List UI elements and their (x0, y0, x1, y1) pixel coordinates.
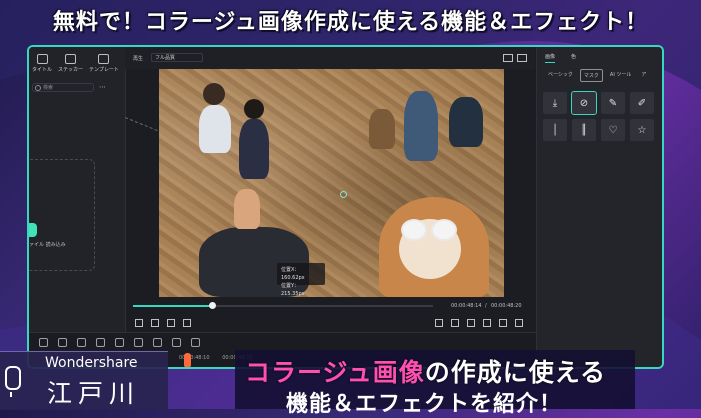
subtab-more[interactable]: ア (638, 69, 649, 82)
color-icon[interactable] (172, 338, 181, 347)
double-line-icon[interactable]: ║ (572, 119, 596, 141)
mask-grid: ⤓ ⊘ ✎ ✐ │ ║ ♡ ☆ (543, 91, 654, 141)
tab-image[interactable]: 画像 (545, 53, 556, 63)
tab-sticker[interactable]: ステッカー (58, 54, 83, 73)
subtab-mask[interactable]: マスク (579, 69, 603, 82)
snapshot-icon[interactable] (503, 54, 513, 62)
audio-icon[interactable] (191, 338, 200, 347)
search-icon (35, 85, 41, 91)
tooltip-y: 位置Y：215.35px (281, 283, 305, 297)
guide-line (124, 117, 163, 134)
left-panel: タイトル ステッカー テンプレート 検索 ⋯ ァイル 読み込み (29, 47, 126, 332)
caption-highlight: コラージュ画像 (245, 358, 425, 387)
sticker-icon (65, 54, 77, 64)
import-label: ァイル 読み込み (29, 242, 66, 248)
mark-out-icon[interactable] (451, 319, 459, 327)
subtab-ai-tools[interactable]: AI ツール (607, 69, 635, 82)
quality-select[interactable]: フル品質 (151, 53, 203, 62)
person-body (199, 105, 231, 153)
tab-title-label: タイトル (32, 67, 53, 73)
person-body (449, 97, 483, 147)
eraser-icon[interactable]: ✐ (630, 92, 654, 114)
caption-rest: の作成に使える (424, 358, 607, 387)
subtab-basic[interactable]: ベーシック (545, 69, 576, 82)
template-icon (98, 54, 110, 64)
tab-title[interactable]: タイトル (32, 54, 52, 73)
person-arm (234, 189, 260, 229)
preview-canvas[interactable]: 位置X：160.62px 位置Y：215.35px (159, 69, 504, 297)
import-card[interactable] (29, 159, 95, 271)
sunglasses-right (431, 219, 457, 241)
title-icon (36, 54, 48, 64)
prev-frame-icon[interactable] (135, 319, 143, 327)
display-icon[interactable] (467, 319, 475, 327)
expand-icon[interactable] (515, 319, 523, 327)
import-icon (29, 223, 37, 237)
download-icon[interactable]: ⤓ (543, 92, 567, 114)
speed-icon[interactable] (153, 338, 162, 347)
tab-sticker-label: ステッカー (58, 67, 84, 73)
crop-icon[interactable] (115, 338, 124, 347)
heart-icon[interactable]: ♡ (601, 119, 625, 141)
caption-line-1: コラージュ画像の作成に使える (245, 353, 606, 389)
playback-label: 再生 (133, 56, 144, 62)
sunglasses-left (401, 219, 427, 241)
properties-panel: 画像 色 ベーシック マスク AI ツール ア ⤓ ⊘ ✎ ✐ │ ║ ♡ ☆ (536, 47, 662, 367)
current-time: 00:00:48:14 (451, 303, 482, 309)
next-frame-icon[interactable] (167, 319, 175, 327)
editor-window: タイトル ステッカー テンプレート 検索 ⋯ ァイル 読み込み 再生 フル品質 (27, 45, 664, 369)
mark-in-icon[interactable] (435, 319, 443, 327)
position-tooltip: 位置X：160.62px 位置Y：215.35px (277, 263, 325, 297)
caption-line-2: 機能＆エフェクトを紹介！ (286, 392, 563, 417)
seek-knob[interactable] (209, 302, 216, 309)
tab-template[interactable]: テンプレート (89, 54, 119, 73)
volume-icon[interactable] (499, 319, 507, 327)
channel-badge: Wondershare 江戸川 (0, 351, 168, 410)
filter-icon[interactable]: ⋯ (99, 83, 106, 91)
microphone-icon (5, 366, 21, 397)
search-input[interactable]: 検索 (32, 83, 94, 92)
line-icon[interactable]: │ (543, 119, 567, 141)
undo-icon[interactable] (39, 338, 48, 347)
rotate-handle[interactable] (340, 191, 347, 198)
brand-name: Wondershare (45, 355, 138, 371)
seek-progress (133, 305, 211, 307)
total-time: 00:00:48:20 (491, 303, 522, 309)
play-icon[interactable] (151, 319, 159, 327)
search-placeholder: 検索 (43, 85, 54, 91)
preview-toolbar: 再生 フル品質 (125, 47, 535, 69)
playhead[interactable] (184, 353, 191, 367)
brush-icon[interactable]: ✎ (601, 92, 625, 114)
person-body (239, 119, 269, 179)
camera-icon[interactable] (483, 319, 491, 327)
person-body (369, 109, 395, 149)
redo-icon[interactable] (58, 338, 67, 347)
player-controls: 00:00:48:14 / 00:00:48:20 (129, 301, 529, 331)
delete-icon[interactable] (77, 338, 86, 347)
person-body (404, 91, 438, 161)
fullscreen-icon[interactable] (517, 54, 527, 62)
cut-icon[interactable] (96, 338, 105, 347)
banner-title: 無料で！コラージュ画像作成に使える機能＆エフェクト！ (52, 10, 649, 35)
star-icon[interactable]: ☆ (630, 119, 654, 141)
tab-template-label: テンプレート (89, 67, 119, 73)
tooltip-x: 位置X：160.62px (281, 267, 305, 281)
person-head (244, 99, 264, 119)
city-name: 江戸川 (47, 379, 141, 408)
tab-color[interactable]: 色 (571, 53, 576, 63)
time-separator: / (485, 303, 487, 309)
text-icon[interactable] (134, 338, 143, 347)
person-head (203, 83, 225, 105)
stop-icon[interactable] (183, 319, 191, 327)
no-mask-icon[interactable]: ⊘ (571, 91, 597, 115)
